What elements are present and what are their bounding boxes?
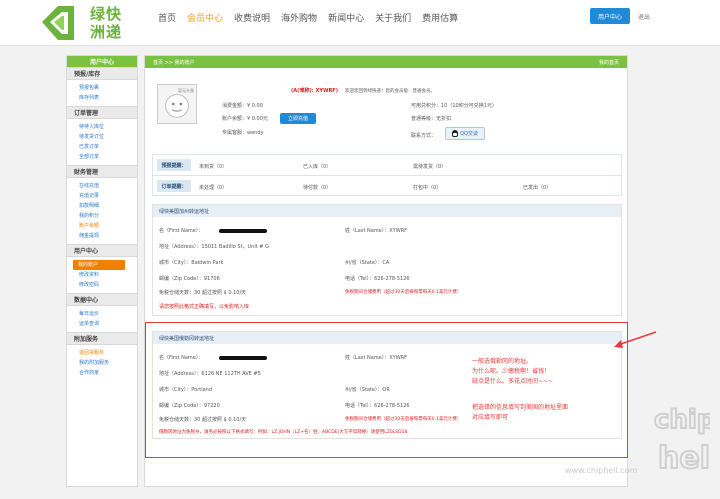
sidebar-item[interactable]: 合作商家 [79, 368, 137, 378]
sidebar-item[interactable]: 充值记录 [79, 191, 137, 201]
sidebar-item-balance[interactable]: 账户余额 [79, 221, 137, 231]
address-field: 地址（Address）：15011 Badillo St，Unit # G [159, 244, 269, 250]
sidebar-item[interactable]: 待待入库位 [79, 122, 137, 132]
last-name-field: 姓（Last Name）：XYWRF [345, 228, 408, 234]
logo-text: 绿快 洲递 [90, 5, 122, 41]
sidebar-item[interactable]: 退回货服务 [79, 348, 137, 358]
logout-link[interactable]: 退出 [638, 12, 650, 21]
nav-estimate[interactable]: 费用估算 [422, 11, 458, 24]
annotation-frame [145, 322, 628, 458]
member-level: 普通等级：无折扣 [411, 116, 452, 122]
logo-icon[interactable] [40, 4, 76, 42]
stat-not-arrived[interactable]: 未到货（0） [199, 163, 227, 170]
sidebar-item[interactable]: 在线充值 [79, 181, 137, 191]
annotation-line-5: 对应填写即可 [472, 414, 509, 421]
sidebar-section-finance: 财务管理 [67, 165, 137, 178]
breadcrumb-bar: 首页 >> 我的账户 我的首页 [145, 56, 627, 68]
tel-field: 电话（Tel）：626-278-5126 [345, 276, 410, 282]
qq-penguin-icon [452, 130, 459, 137]
sidebar-item-my-account[interactable]: 我的账户 [73, 260, 125, 270]
user-center-button[interactable]: 用户中心 [590, 8, 630, 24]
avatar: 暂无头像 [157, 84, 197, 124]
nav-shopping[interactable]: 海外购物 [281, 11, 317, 24]
sidebar-item[interactable]: 我的积分 [79, 211, 137, 221]
format-warning: 请您按照此格式正确填写，以免影响入库 [159, 304, 250, 310]
sidebar-section-data: 数据中心 [67, 293, 137, 306]
stat-shipped[interactable]: 已发出（0） [523, 184, 551, 191]
consume-amount: 消费金额：¥ 0.00 [222, 103, 263, 109]
svg-text:chip: chip [654, 405, 710, 435]
redacted-first-name [219, 229, 267, 233]
annotation-line-3: 缺点是什么。多花点时间~~~ [472, 378, 554, 385]
welcome-text: 欢迎您回到绿快递！您的会员级：普通会员。 [345, 89, 435, 94]
stat-unpaid[interactable]: 待付款（0） [303, 184, 331, 191]
watermark-url: www.chiphell.com [565, 466, 638, 475]
contact-label: 联系方式： [411, 133, 437, 139]
breadcrumb-home-link[interactable]: 我的首页 [599, 59, 619, 66]
svg-text:hell: hell [658, 441, 710, 476]
nav-member-center[interactable]: 会员中心 [187, 11, 223, 24]
exclusive-service: 专属客服：wendy [222, 130, 264, 136]
sidebar-title: 用户中心 [67, 56, 137, 67]
sidebar-item[interactable]: 修改密码 [79, 280, 137, 290]
stat-in-stock[interactable]: 已入库（0） [303, 163, 331, 170]
annotation-line-1: 一般选俄勒冈的地址。 [472, 358, 533, 365]
breadcrumb[interactable]: 首页 >> 我的账户 [153, 59, 195, 66]
sidebar-item[interactable]: 库存列表 [79, 93, 137, 103]
nav-home[interactable]: 首页 [158, 11, 176, 24]
address-title: 绿快美国加州转运地址 [153, 205, 621, 217]
sidebar-item[interactable]: 预报包裹 [79, 83, 137, 93]
sidebar-item[interactable]: 全部订单 [79, 152, 137, 162]
recharge-button[interactable]: 立即充值 [280, 113, 316, 124]
order-reminder-row: 订单提醒： 未处理（0） 待付款（0） 打包中（0） 已发出（0） [153, 176, 621, 196]
first-name-field: 名（First Name）： [159, 228, 204, 234]
sidebar-section-extra: 附加服务 [67, 332, 137, 345]
chiphell-watermark-logo: chip hell [653, 404, 710, 477]
sidebar-item[interactable]: 运单查询 [79, 319, 137, 329]
stat-unprocessed[interactable]: 未处理（0） [199, 184, 227, 191]
logo-line-1: 绿快 [90, 5, 123, 23]
sidebar-item[interactable]: 待发货订位 [79, 132, 137, 142]
nav-about[interactable]: 关于我们 [375, 11, 411, 24]
sidebar-item[interactable]: 修改资料 [79, 270, 137, 280]
points: 可用兑积分：10（10积分可兑换1元） [411, 103, 497, 109]
sidebar-item[interactable]: 佣金提现 [79, 231, 137, 241]
sidebar-item[interactable]: 已发订单 [79, 142, 137, 152]
annotation-line-2: 为什么呢。少缴税啊！省钱！ [472, 368, 551, 375]
zip-field: 邮编（Zip Code）：91706 [159, 276, 220, 282]
address-card-california: 绿快美国加州转运地址 名（First Name）： 姓（Last Name）：X… [152, 204, 622, 316]
sidebar-section-user: 用户中心 [67, 244, 137, 257]
storage-days: 免税仓储天数：30 超过按照 $ 0.10/天 [159, 290, 247, 296]
order-reminder-head: 订单提醒： [157, 180, 191, 192]
forecast-reminder-row: 预报提醒： 未到货（0） 已入库（0） 需待发货（0） [153, 155, 621, 175]
account-balance: 账户余额：¥ 0.00元 [222, 116, 268, 122]
nav-news[interactable]: 新闻中心 [328, 11, 364, 24]
storage-fee-note: 免税期间仓储费用（超过30天后按每票每天0.1美元计费） [345, 290, 462, 295]
welcome-name: (A(难称): XYWRF) [291, 88, 339, 94]
sidebar-item[interactable]: 扣款明细 [79, 201, 137, 211]
reminder-table: 预报提醒： 未到货（0） 已入库（0） 需待发货（0） 订单提醒： 未处理（0）… [152, 154, 622, 196]
qq-label: QQ交谈 [460, 131, 478, 137]
annotation-line-4: 把选错的信息填写到美国的地址里面 [472, 404, 569, 411]
sidebar-item[interactable]: 每日运价 [79, 309, 137, 319]
sidebar-item[interactable]: 我的附加服务 [79, 358, 137, 368]
state-field: 州/省（State）：CA [345, 260, 390, 266]
main-nav: 首页 会员中心 收费说明 海外购物 新闻中心 关于我们 费用估算 [158, 11, 458, 24]
sidebar-section-forecast: 预报/库存 [67, 67, 137, 80]
sidebar: 用户中心 预报/库存 预报包裹 库存列表 订单管理 待待入库位 待发货订位 已发… [66, 55, 138, 487]
logo-line-2: 洲递 [90, 23, 123, 41]
stat-packing[interactable]: 打包中（0） [413, 184, 441, 191]
qq-chat-button[interactable]: QQ交谈 [445, 127, 485, 140]
avatar-label: 暂无头像 [178, 88, 194, 93]
stat-to-ship[interactable]: 需待发货（0） [413, 163, 446, 170]
city-field: 城市（City）：Baldwin Park [159, 260, 224, 266]
forecast-reminder-head: 预报提醒： [157, 159, 191, 171]
annotation-arrow-icon [614, 331, 657, 348]
nav-pricing[interactable]: 收费说明 [234, 11, 270, 24]
site-header: 绿快 洲递 首页 会员中心 收费说明 海外购物 新闻中心 关于我们 费用估算 用… [0, 0, 720, 46]
sidebar-section-orders: 订单管理 [67, 106, 137, 119]
